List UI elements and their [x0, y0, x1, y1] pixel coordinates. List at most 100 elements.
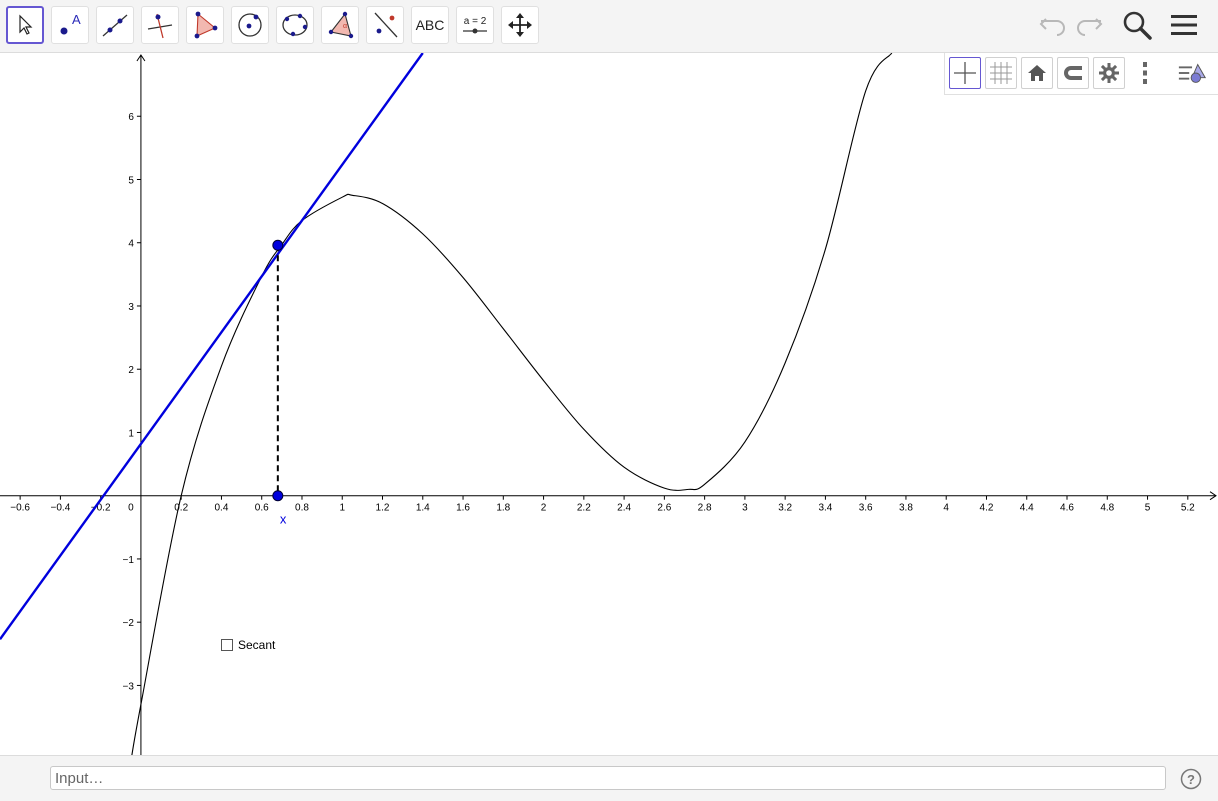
y-tick-label: 2	[128, 365, 134, 376]
x-tick-label: 3.6	[859, 503, 873, 514]
grid-icon	[990, 62, 1012, 84]
graphics-canvas[interactable]: −0.6 −0.4 −0.2 0 0.2 0.4 0.6 0.8 1 1.2 1.4 1.6 1.8 2 2…	[0, 53, 1218, 755]
x-tick-label: 0.2	[174, 503, 188, 514]
perpendicular-line-tool-button[interactable]	[141, 6, 179, 44]
x-tick-label: 4	[943, 503, 949, 514]
grid-toggle-button[interactable]	[985, 57, 1017, 89]
text-icon: ABC	[415, 17, 445, 33]
x-tick-label: 2.8	[698, 503, 712, 514]
x-tick-label: 0.8	[295, 503, 309, 514]
x-tick-label: 4.8	[1100, 503, 1114, 514]
undo-icon	[1039, 18, 1065, 36]
x-tick-label: 5	[1145, 503, 1151, 514]
polygon-tool-button[interactable]	[186, 6, 224, 44]
polygon-icon	[194, 11, 218, 39]
x-point-label: x	[280, 512, 287, 527]
angle-icon: α	[328, 11, 354, 39]
x-tick-label: 1	[339, 503, 345, 514]
x-tick-label: 3.8	[899, 503, 913, 514]
x-tick-label: −0.6	[10, 503, 30, 514]
y-tick-label: 3	[128, 302, 134, 313]
x-tick-label: 1.2	[376, 503, 390, 514]
svg-text:?: ?	[1187, 772, 1195, 787]
perpendicular-line-icon	[147, 13, 173, 39]
x-tick-label: 2.4	[617, 503, 631, 514]
redo-icon	[1077, 18, 1103, 36]
x-tick-label: 4.2	[980, 503, 994, 514]
y-tick-label: −3	[123, 681, 135, 692]
y-tick-label: 5	[128, 175, 134, 186]
x-tick-label: 3	[742, 503, 748, 514]
point-icon: A	[60, 12, 81, 35]
algebra-input-field[interactable]	[50, 766, 1166, 790]
points-layer[interactable]: x	[272, 239, 287, 527]
axes	[0, 54, 1217, 755]
more-options-button[interactable]	[1129, 57, 1161, 89]
point-capturing-button[interactable]	[1057, 57, 1089, 89]
conic-tool-button[interactable]	[276, 6, 314, 44]
toggle-stylebar-button[interactable]	[1177, 57, 1209, 89]
x-tick-label: 1.4	[416, 503, 430, 514]
slider-tool-button[interactable]: a = 2	[456, 6, 494, 44]
input-bar: ?	[0, 755, 1218, 801]
magnet-icon	[1064, 66, 1082, 80]
move-tool-button[interactable]	[6, 6, 44, 44]
x-tick-label: 3.2	[778, 503, 792, 514]
x-tick-label: 5.2	[1181, 503, 1195, 514]
x-tick-label: −0.4	[51, 503, 71, 514]
toggle-stylebar-icon	[1178, 63, 1207, 83]
svg-text:α: α	[343, 23, 347, 30]
function-curve-layer[interactable]	[0, 53, 893, 755]
reflect-about-line-icon	[374, 12, 398, 38]
move-arrows-icon	[508, 13, 532, 37]
angle-tool-button[interactable]: α	[321, 6, 359, 44]
circle-center-point-icon	[238, 13, 262, 37]
x-tick-label: 0.6	[255, 503, 269, 514]
graphics-view[interactable]: −0.6 −0.4 −0.2 0 0.2 0.4 0.6 0.8 1 1.2 1.4 1.6 1.8 2 2…	[0, 53, 1218, 755]
circle-tool-button[interactable]	[231, 6, 269, 44]
main-menu-button[interactable]	[1167, 8, 1201, 42]
search-icon	[1123, 11, 1152, 40]
y-tick-label: 1	[128, 428, 134, 439]
conic-five-points-icon	[282, 13, 308, 37]
redo-button[interactable]	[1072, 8, 1106, 42]
search-button[interactable]	[1120, 8, 1154, 42]
secant-checkbox-box[interactable]	[221, 639, 233, 651]
secant-checkbox-label: Secant	[238, 638, 276, 652]
y-tick-label: 6	[128, 112, 134, 123]
arrow-cursor-icon	[19, 14, 33, 35]
axis-tick-labels: −0.6 −0.4 −0.2 0 0.2 0.4 0.6 0.8 1 1.2 1.4 1.6 1.8 2 2…	[10, 112, 1195, 692]
x-tick-label: 4.6	[1060, 503, 1074, 514]
point-tool-button[interactable]: A	[51, 6, 89, 44]
secant-checkbox[interactable]: Secant	[221, 638, 275, 652]
toolbar: A α ABC a = 2	[0, 0, 1218, 53]
tangent-line[interactable]	[0, 53, 424, 640]
input-help-button[interactable]: ?	[1180, 768, 1202, 790]
standard-view-button[interactable]	[1021, 57, 1053, 89]
x-tick-label: 2.6	[657, 503, 671, 514]
undo-button[interactable]	[1036, 8, 1070, 42]
x-tick-label: 4.4	[1020, 503, 1034, 514]
x-tick-label: 2.2	[577, 503, 591, 514]
axes-toggle-button[interactable]	[949, 57, 981, 89]
move-graphics-view-tool-button[interactable]	[501, 6, 539, 44]
y-tick-label: 4	[128, 239, 134, 250]
more-vertical-icon	[1143, 62, 1147, 84]
slider-icon: a = 2	[462, 16, 488, 35]
line-through-two-points-icon	[102, 14, 128, 37]
settings-button[interactable]	[1093, 57, 1125, 89]
x-tick-label: 0	[128, 503, 134, 514]
x-tick-label: 3.4	[818, 503, 832, 514]
x-axis-point[interactable]	[272, 490, 284, 502]
help-icon: ?	[1180, 768, 1202, 790]
x-tick-label: 1.6	[456, 503, 470, 514]
graphics-style-bar	[944, 53, 1218, 95]
tangent-point[interactable]	[272, 239, 284, 251]
text-tool-button[interactable]: ABC	[411, 6, 449, 44]
x-tick-label: 0.4	[215, 503, 229, 514]
y-tick-label: −2	[123, 618, 135, 629]
line-tool-button[interactable]	[96, 6, 134, 44]
home-icon	[1028, 65, 1046, 81]
reflect-tool-button[interactable]	[366, 6, 404, 44]
x-tick-label: 2	[541, 503, 547, 514]
